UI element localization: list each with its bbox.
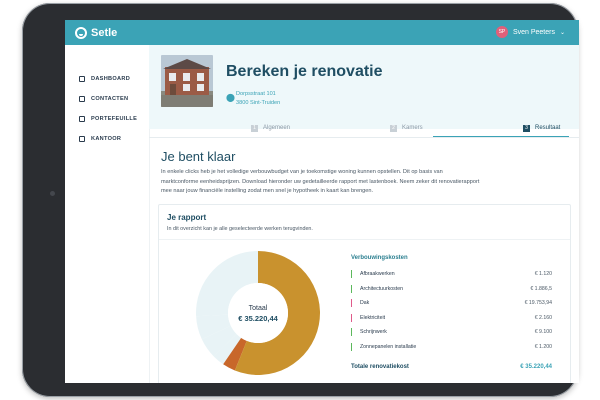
smile-logo-icon xyxy=(75,26,87,39)
cost-value: € 2.160 xyxy=(534,314,552,321)
cost-color-marker xyxy=(351,313,352,322)
house-photo xyxy=(161,55,213,107)
tab-algemeen[interactable]: 1 Algemeen xyxy=(251,121,290,135)
cost-row: Dak € 19.753,94 xyxy=(351,299,552,307)
sidebar-item-label: KANTOOR xyxy=(91,136,122,142)
cost-row: Afbraakwerken € 1.120 xyxy=(351,270,552,278)
cost-color-marker xyxy=(351,328,352,336)
cost-value: € 19.753,94 xyxy=(524,300,552,306)
step-tabs: 1 Algemeen 2 Kamers 3 Resultaat xyxy=(149,121,579,138)
sidebar-item-label: CONTACTEN xyxy=(91,96,129,102)
report-card: Je rapport In dit overzicht kan je alle … xyxy=(158,204,571,383)
cost-label: Zonnepanelen installatie xyxy=(360,343,417,350)
sidebar-item-portefeuille[interactable]: PORTEFEUILLE xyxy=(79,116,137,122)
top-bar: Setle SP Sven Peeters ⌄ xyxy=(65,20,579,45)
app-name: Setle xyxy=(91,26,118,39)
sidebar: DASHBOARD CONTACTEN PORTEFEUILLE KANTOOR xyxy=(65,45,150,383)
result-heading: Je bent klaar xyxy=(161,149,236,164)
report-subtitle: In dit overzicht kan je alle geselecteer… xyxy=(167,226,313,232)
donut-center-label: Totaal xyxy=(249,305,268,312)
divider xyxy=(159,239,570,240)
total-label: Totale renovatiekost xyxy=(351,364,409,370)
step-number: 1 xyxy=(251,124,258,132)
step-number: 3 xyxy=(523,124,530,132)
contacts-icon xyxy=(79,96,85,102)
cost-row: Architectuurkosten € 1.886,5 xyxy=(351,284,552,293)
cost-value: € 1.200 xyxy=(534,343,552,350)
cost-value: € 1.886,5 xyxy=(530,285,552,292)
tab-label: Kamers xyxy=(402,125,423,131)
total-value: € 35.220,44 xyxy=(520,364,552,370)
user-name: Sven Peeters xyxy=(512,28,555,36)
cost-label: Dak xyxy=(360,300,370,306)
result-intro-text: In enkele clicks heb je het volledige ve… xyxy=(161,169,480,195)
sidebar-item-label: PORTEFEUILLE xyxy=(91,116,138,122)
cost-value: € 9.100 xyxy=(534,329,552,335)
step-number: 2 xyxy=(390,124,397,132)
tab-label: Algemeen xyxy=(263,125,291,131)
cost-color-marker xyxy=(351,299,352,307)
donut-center-value: € 35.220,44 xyxy=(238,314,278,323)
cost-color-marker xyxy=(351,270,352,278)
app-screen: Setle SP Sven Peeters ⌄ DASHBOARD CONTAC… xyxy=(65,20,579,383)
total-row: Totale renovatiekost € 35.220,44 xyxy=(351,364,552,370)
sidebar-item-kantoor[interactable]: KANTOOR xyxy=(79,136,121,142)
cost-row: Elektriciteit € 2.160 xyxy=(351,313,552,322)
avatar: SP xyxy=(495,26,508,38)
sidebar-item-contacten[interactable]: CONTACTEN xyxy=(79,96,128,102)
sidebar-item-label: DASHBOARD xyxy=(91,76,131,82)
cost-value: € 1.120 xyxy=(534,271,552,277)
cost-label: Schrijnwerk xyxy=(360,329,387,335)
tab-kamers[interactable]: 2 Kamers xyxy=(390,121,423,135)
user-menu[interactable]: SP Sven Peeters ⌄ xyxy=(495,26,565,38)
sidebar-item-dashboard[interactable]: DASHBOARD xyxy=(79,76,130,82)
office-icon xyxy=(79,136,85,142)
cost-row: Schrijnwerk € 9.100 xyxy=(351,328,552,336)
chevron-down-icon: ⌄ xyxy=(559,29,565,36)
costs-heading: Verbouwingskosten xyxy=(351,255,408,261)
tab-label: Resultaat xyxy=(535,125,561,131)
address-street: Dorpsstraat 101 xyxy=(236,91,276,97)
property-address: Dorpsstraat 101 3800 Sint-Truiden xyxy=(236,90,280,108)
page-title: Bereken je renovatie xyxy=(226,63,383,80)
cost-label: Architectuurkosten xyxy=(360,285,403,292)
camera-icon xyxy=(50,191,55,196)
cost-donut-chart: Totaal € 35.220,44 xyxy=(196,251,320,375)
cost-color-marker xyxy=(351,284,352,293)
property-header: Bereken je renovatie ⬤ Dorpsstraat 101 3… xyxy=(149,45,579,129)
location-pin-icon: ⬤ xyxy=(226,93,235,102)
tablet-frame: Setle SP Sven Peeters ⌄ DASHBOARD CONTAC… xyxy=(22,3,579,397)
address-city: 3800 Sint-Truiden xyxy=(236,100,281,106)
cost-label: Afbraakwerken xyxy=(360,271,395,277)
cost-color-marker xyxy=(351,342,352,351)
folder-icon xyxy=(79,116,85,122)
tab-resultaat[interactable]: 3 Resultaat xyxy=(523,121,560,135)
cost-row: Zonnepanelen installatie € 1.200 xyxy=(351,342,552,351)
divider xyxy=(149,137,579,138)
cost-label: Elektriciteit xyxy=(360,314,386,321)
donut-hole xyxy=(228,283,288,343)
app-logo[interactable]: Setle xyxy=(75,24,117,41)
report-title: Je rapport xyxy=(167,213,207,222)
grid-icon xyxy=(79,76,85,82)
